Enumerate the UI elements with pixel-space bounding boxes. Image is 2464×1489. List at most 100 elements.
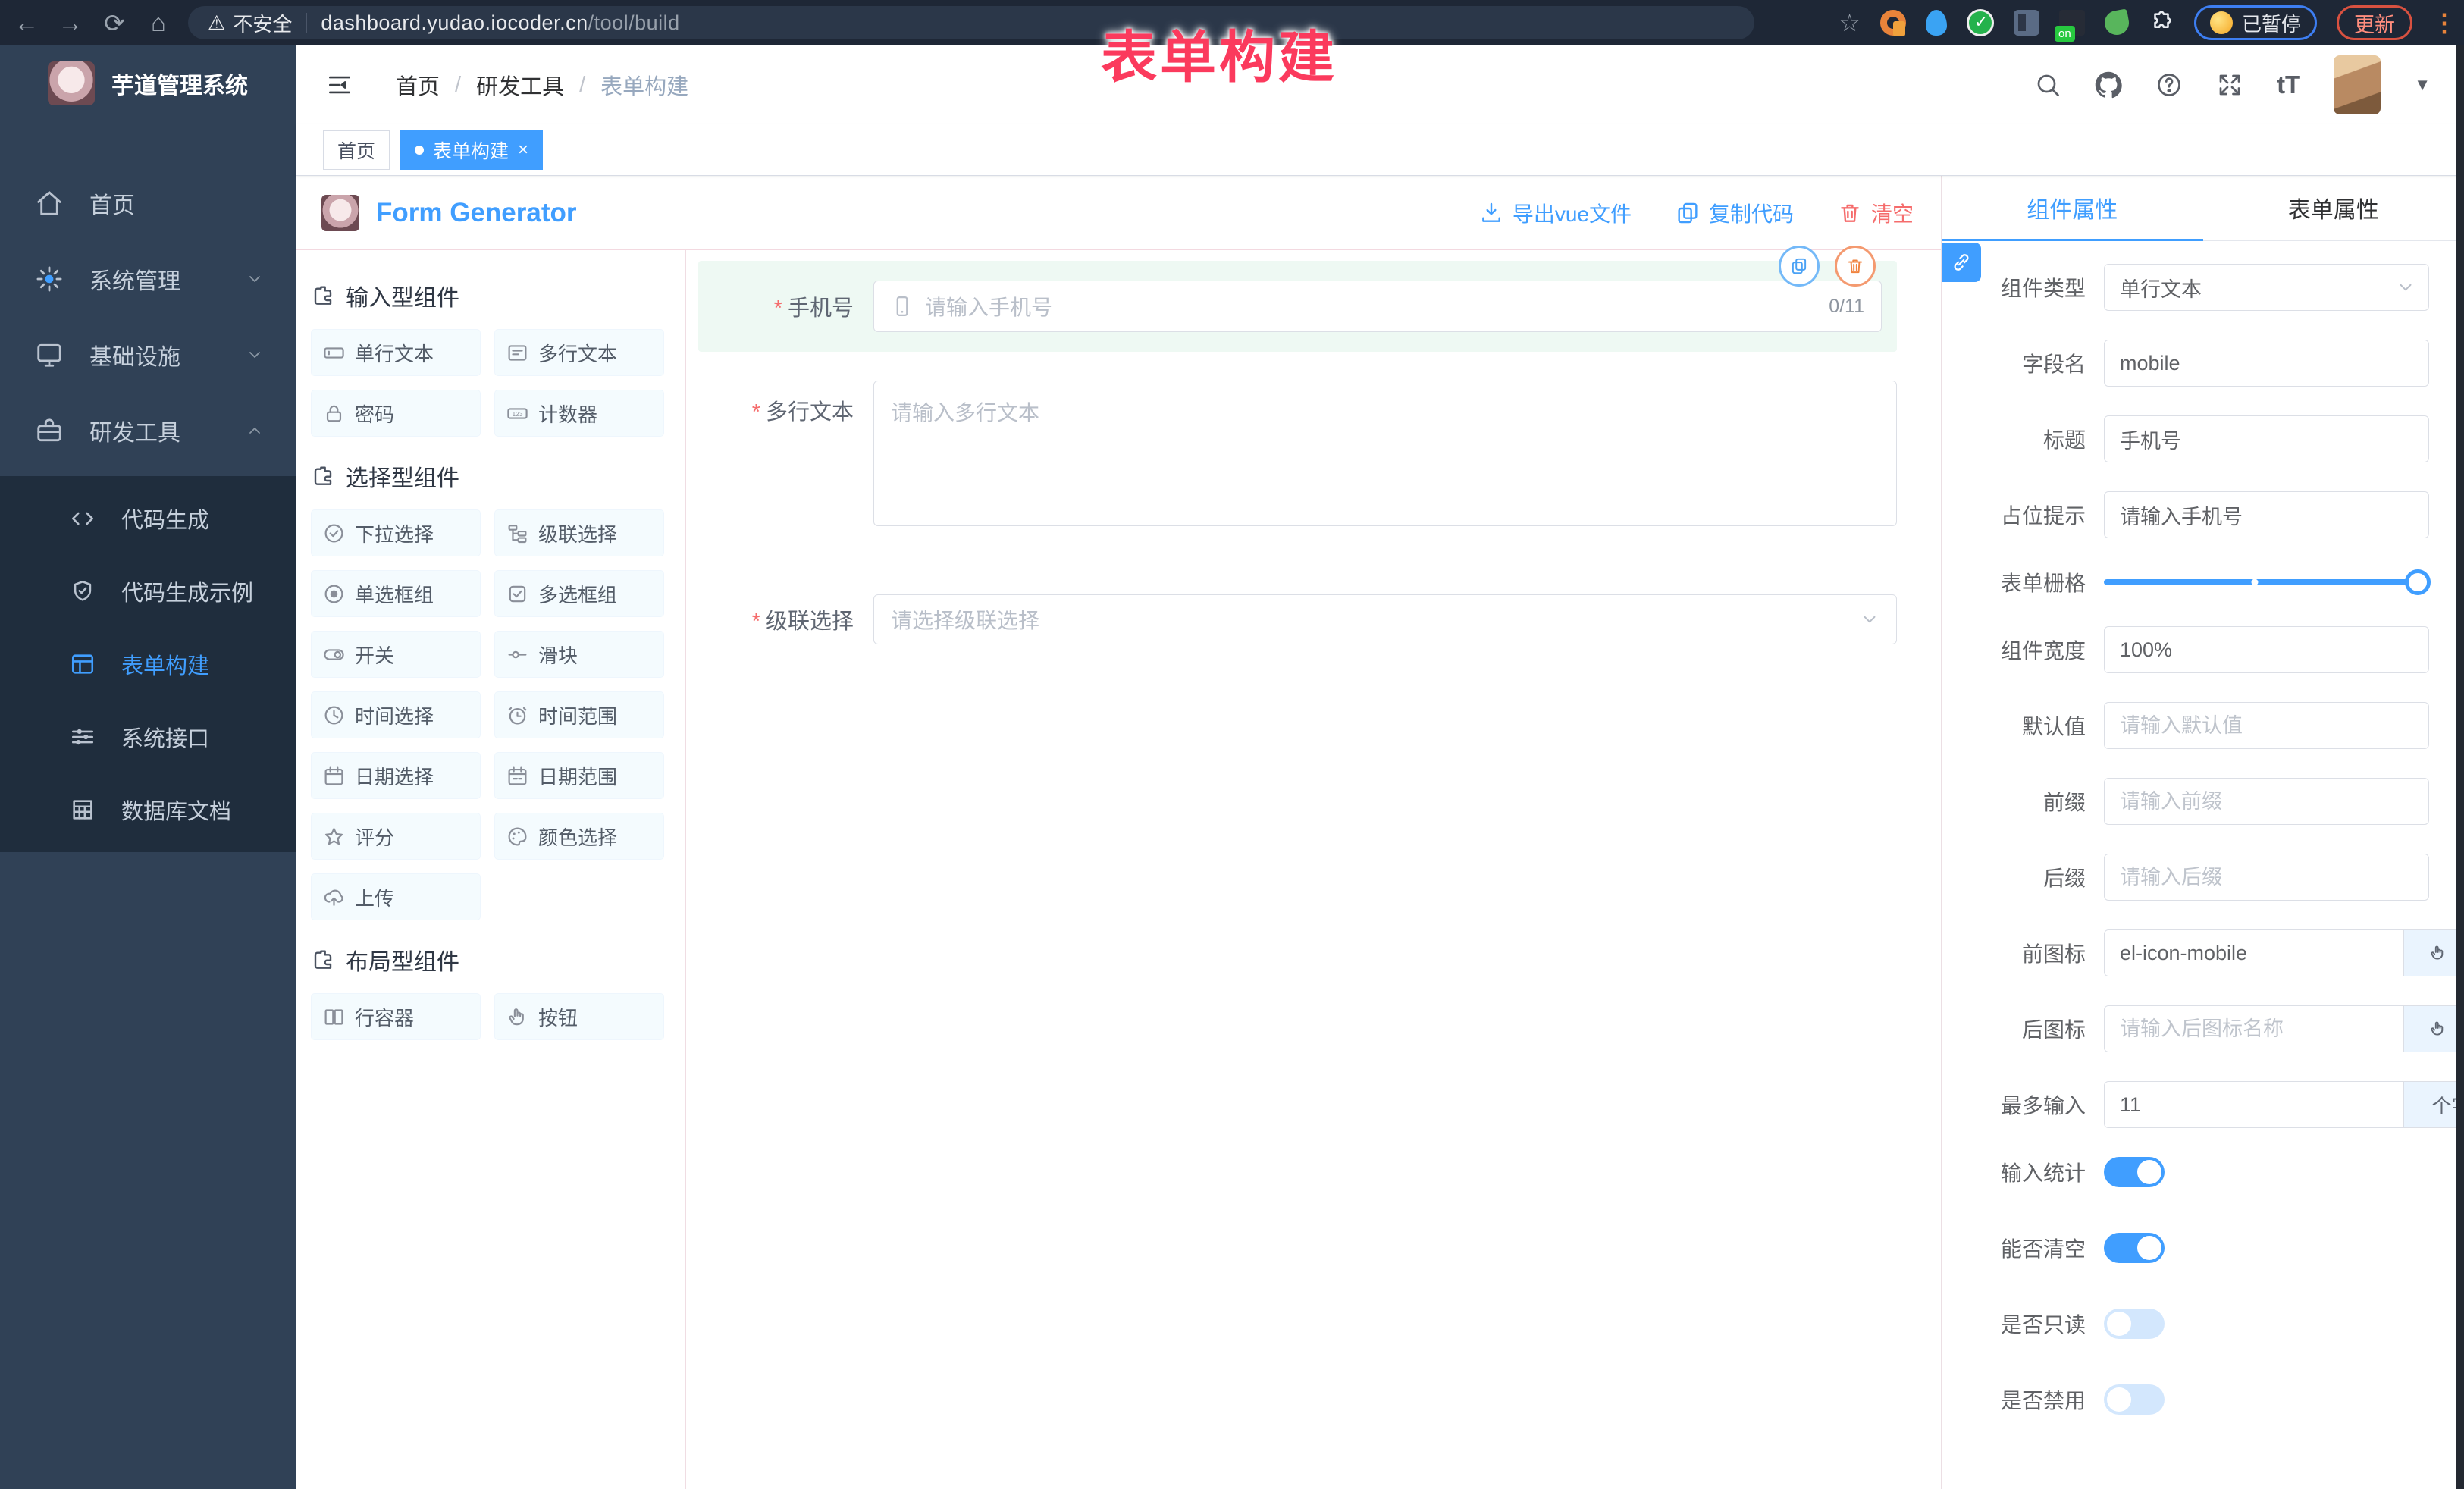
choose-prefix-icon-button[interactable]: 选择: [2404, 929, 2464, 976]
palette-item[interactable]: 上传: [311, 873, 481, 920]
forward-icon[interactable]: →: [49, 8, 92, 37]
github-icon[interactable]: [2095, 71, 2122, 99]
breadcrumb-home[interactable]: 首页: [396, 69, 440, 101]
palette-item[interactable]: 多行文本: [494, 329, 664, 376]
tag-form-builder[interactable]: 表单构建 ×: [400, 130, 543, 170]
extension-icon[interactable]: [2059, 10, 2085, 36]
refresh-icon[interactable]: ⟳: [92, 8, 136, 38]
browser-update-button[interactable]: 更新: [2337, 5, 2412, 40]
palette-item[interactable]: 按钮: [494, 993, 664, 1040]
app-logo-row[interactable]: 芋道管理系统: [0, 45, 296, 121]
tab-form-props[interactable]: 表单属性: [2203, 176, 2464, 240]
browser-menu-icon[interactable]: ⋮: [2432, 8, 2456, 37]
form-item-cascader[interactable]: 级联选择 请选择级联选择: [698, 594, 1897, 644]
address-bar[interactable]: ⚠ 不安全 dashboard.yudao.iocoder.cn/tool/bu…: [188, 6, 1754, 39]
word-limit-toggle[interactable]: [2104, 1157, 2165, 1187]
suffix-input[interactable]: [2104, 854, 2429, 901]
selected-form-item[interactable]: 手机号 请输入手机号 0/11: [698, 261, 1897, 352]
duplicate-field-button[interactable]: [1779, 246, 1820, 287]
chevron-down-icon[interactable]: ▼: [2414, 75, 2431, 95]
tab-component-props[interactable]: 组件属性: [1942, 176, 2203, 240]
sidebar-item-codegen[interactable]: 代码生成: [0, 482, 296, 555]
form-canvas[interactable]: 手机号 请输入手机号 0/11 多行文本: [686, 250, 1941, 1489]
palette-item[interactable]: 日期选择: [311, 752, 481, 799]
palette-item[interactable]: 评分: [311, 813, 481, 860]
palette-item[interactable]: 单选框组: [311, 570, 481, 617]
slider-handle[interactable]: [2405, 569, 2431, 595]
palette-item[interactable]: 滑块: [494, 631, 664, 678]
close-icon[interactable]: ×: [518, 139, 528, 161]
extensions-puzzle-icon[interactable]: [2149, 10, 2174, 36]
panel-link-button[interactable]: [1942, 243, 1981, 282]
browser-toolbar: ☆ 已暂停 更新 ⋮: [1839, 5, 2456, 40]
prefix-icon-input[interactable]: [2104, 929, 2404, 976]
home-icon[interactable]: ⌂: [136, 8, 180, 37]
breadcrumb-section[interactable]: 研发工具: [476, 69, 564, 101]
extension-icon[interactable]: [1926, 10, 1947, 36]
sidebar-item-system[interactable]: 系统管理: [0, 241, 296, 317]
sidebar: 芋道管理系统 首页 系统管理 基础设施 研发工具: [0, 45, 296, 1489]
suffix-icon-input[interactable]: [2104, 1005, 2404, 1052]
palette-item[interactable]: 日期范围: [494, 752, 664, 799]
default-value-input[interactable]: [2104, 702, 2429, 749]
sidebar-item-form-builder[interactable]: 表单构建: [0, 628, 296, 701]
sidebar-collapse-icon[interactable]: [324, 72, 355, 98]
sidebar-item-infra[interactable]: 基础设施: [0, 317, 296, 393]
palette-item[interactable]: 下拉选择: [311, 509, 481, 556]
form-item-textarea[interactable]: 多行文本: [698, 381, 1897, 526]
back-icon[interactable]: ←: [5, 8, 49, 37]
palette-item[interactable]: 多选框组: [494, 570, 664, 617]
sidebar-item-db-doc[interactable]: 数据库文档: [0, 773, 296, 846]
mobile-input[interactable]: 请输入手机号 0/11: [873, 281, 1882, 332]
readonly-toggle[interactable]: [2104, 1309, 2165, 1339]
palette-item[interactable]: 颜色选择: [494, 813, 664, 860]
max-length-input[interactable]: [2104, 1081, 2404, 1128]
font-size-icon[interactable]: tT: [2277, 71, 2300, 99]
search-icon[interactable]: [2034, 71, 2061, 99]
sidebar-item-codegen-demo[interactable]: 代码生成示例: [0, 555, 296, 628]
security-warning[interactable]: ⚠ 不安全: [208, 9, 292, 37]
palette-item[interactable]: 开关: [311, 631, 481, 678]
field-name-input[interactable]: [2104, 340, 2429, 387]
clear-button[interactable]: 清空: [1838, 198, 1914, 228]
cascader-select[interactable]: 请选择级联选择: [873, 594, 1897, 644]
export-vue-button[interactable]: 导出vue文件: [1479, 198, 1632, 228]
palette-item[interactable]: 单行文本: [311, 329, 481, 376]
avatar[interactable]: [2334, 55, 2381, 114]
prefix-input[interactable]: [2104, 778, 2429, 825]
placeholder-input[interactable]: [2104, 491, 2429, 538]
sidebar-item-label: 表单构建: [121, 648, 209, 680]
palette-item[interactable]: 行容器: [311, 993, 481, 1040]
sidebar-item-home[interactable]: 首页: [0, 165, 296, 241]
palette-item[interactable]: 时间范围: [494, 691, 664, 738]
clearable-toggle[interactable]: [2104, 1233, 2165, 1263]
delete-field-button[interactable]: [1835, 246, 1876, 287]
copy-code-button[interactable]: 复制代码: [1676, 198, 1794, 228]
extension-icon[interactable]: [2102, 8, 2130, 36]
tag-home[interactable]: 首页: [323, 130, 390, 170]
textarea-icon: [506, 342, 528, 364]
palette-item[interactable]: 级联选择: [494, 509, 664, 556]
sidebar-item-system-api[interactable]: 系统接口: [0, 701, 296, 773]
choose-suffix-icon-button[interactable]: 选择: [2404, 1005, 2464, 1052]
scrollbar[interactable]: [2456, 45, 2464, 1489]
fullscreen-icon[interactable]: [2216, 71, 2243, 99]
sidebar-item-label: 代码生成示例: [121, 575, 253, 607]
extension-icon[interactable]: [2014, 10, 2039, 36]
palette-item[interactable]: 时间选择: [311, 691, 481, 738]
palette-item[interactable]: 123计数器: [494, 390, 664, 437]
title-input[interactable]: [2104, 415, 2429, 462]
bookmark-star-icon[interactable]: ☆: [1839, 8, 1861, 37]
extension-icon[interactable]: [1967, 9, 1994, 36]
disabled-toggle[interactable]: [2104, 1384, 2165, 1415]
component-type-select[interactable]: [2104, 264, 2429, 311]
textarea-input[interactable]: [873, 381, 1897, 526]
help-icon[interactable]: [2155, 71, 2183, 99]
form-grid-slider[interactable]: [2104, 579, 2419, 585]
copy-icon: [1789, 256, 1809, 276]
palette-item[interactable]: 密码: [311, 390, 481, 437]
extension-icon[interactable]: [1880, 10, 1906, 36]
sidebar-item-devtools[interactable]: 研发工具: [0, 393, 296, 469]
component-width-input[interactable]: [2104, 626, 2429, 673]
profile-paused-pill[interactable]: 已暂停: [2194, 5, 2317, 40]
